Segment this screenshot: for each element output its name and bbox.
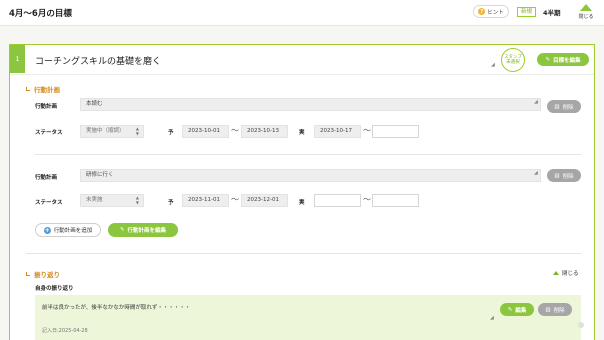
planned-end-input[interactable]: 2023-12-01 — [241, 194, 288, 207]
self-reflection-label: 自身の振り返り — [35, 286, 74, 292]
planned-mark: 予 — [168, 130, 174, 136]
corner-icon — [26, 87, 30, 91]
planned-mark: 予 — [168, 200, 174, 206]
action-plan-heading: 行動計画 — [26, 84, 60, 94]
delete-plan-button[interactable]: ▥ 削除 — [547, 169, 581, 182]
status-select[interactable]: 実施中（順調） ▲ ▼ — [80, 125, 144, 138]
resize-handle-icon[interactable]: ◢ — [534, 170, 538, 176]
edit-goal-label: 目標を編集 — [553, 57, 581, 64]
plan-label: 行動計画 — [35, 175, 58, 181]
plan-label: 行動計画 — [35, 104, 58, 110]
delete-reflection-button[interactable]: ▥ 削除 — [538, 303, 572, 316]
actual-mark: 実 — [299, 130, 305, 136]
resize-handle-icon[interactable]: ◢ — [490, 315, 494, 321]
question-icon: ? — [478, 8, 486, 15]
resize-handle-icon[interactable]: ◢ — [491, 62, 495, 68]
stamp-button[interactable]: スタンプ未選択 — [501, 48, 525, 72]
goal-number: 1 — [10, 45, 25, 73]
divider — [35, 154, 581, 155]
triangle-up-icon — [580, 4, 592, 11]
plan-input[interactable]: 研修に行く — [80, 169, 541, 182]
pencil-icon: ✎ — [119, 227, 125, 233]
actual-end-input[interactable] — [372, 125, 419, 138]
page-title: 4月〜6月の目標 — [9, 9, 72, 19]
actual-end-input[interactable] — [372, 194, 419, 207]
updown-icon: ▲ ▼ — [135, 126, 139, 136]
close-label: 閉じる — [578, 14, 594, 20]
goal-page: 4月〜6月の目標 ? ヒント 新規 4半期 閉じる 1 コーチングスキルの基礎を… — [0, 0, 604, 340]
trash-icon: ▥ — [545, 306, 551, 313]
plan-input[interactable]: 本読む — [80, 98, 541, 111]
reflection-heading: 振り返り — [26, 269, 60, 279]
quarter-label: 4半期 — [543, 9, 561, 17]
hint-label: ヒント — [487, 9, 504, 16]
status-label: ステータス — [35, 130, 63, 136]
divider — [10, 74, 594, 75]
resize-handle-icon[interactable]: ◢ — [534, 99, 538, 105]
new-badge: 新規 — [517, 7, 537, 17]
range-tilde: 〜 — [363, 195, 371, 204]
delete-plan-button[interactable]: ▥ 削除 — [547, 100, 581, 113]
pencil-icon: ✎ — [507, 306, 513, 313]
reflection-date: 記入日:2025-04-28 — [42, 328, 88, 334]
goal-card: 1 コーチングスキルの基礎を磨く ◢ スタンプ未選択 ✎ 目標を編集 行動計画 … — [9, 44, 595, 340]
plus-icon: + — [43, 226, 51, 234]
edit-reflection-button[interactable]: ✎ 編集 — [500, 303, 534, 316]
range-tilde: 〜 — [363, 126, 371, 135]
divider — [26, 253, 581, 254]
collapse-reflection-button[interactable]: 閉じる — [553, 269, 579, 277]
header-bar: 4月〜6月の目標 ? ヒント 新規 4半期 閉じる — [0, 0, 604, 26]
range-tilde: 〜 — [231, 195, 239, 204]
corner-icon — [26, 272, 30, 276]
triangle-up-icon — [553, 271, 559, 275]
edit-plan-button[interactable]: ✎ 行動計画を編集 — [108, 223, 178, 237]
actual-mark: 実 — [299, 200, 305, 206]
range-tilde: 〜 — [231, 126, 239, 135]
planned-end-input[interactable]: 2023-10-13 — [241, 125, 288, 138]
add-plan-button[interactable]: + 行動計画を追加 — [35, 223, 101, 237]
status-label: ステータス — [35, 200, 63, 206]
scroll-handle[interactable] — [578, 322, 584, 328]
reflection-text: 前半は良かったが、後半なかなか時間が取れず・・・・・・ — [42, 305, 191, 311]
pencil-icon: ✎ — [545, 56, 551, 63]
close-button[interactable]: 閉じる — [576, 4, 596, 24]
planned-start-input[interactable]: 2023-11-01 — [182, 194, 229, 207]
updown-icon: ▲ ▼ — [135, 195, 139, 205]
actual-start-input[interactable] — [314, 194, 361, 207]
reflection-box — [35, 295, 581, 340]
trash-icon: ▥ — [554, 103, 560, 110]
hint-button[interactable]: ? ヒント — [473, 5, 509, 18]
trash-icon: ▥ — [554, 172, 560, 179]
actual-start-input[interactable]: 2023-10-17 — [314, 125, 361, 138]
goal-title: コーチングスキルの基礎を磨く — [35, 57, 162, 67]
planned-start-input[interactable]: 2023-10-01 — [182, 125, 229, 138]
status-select[interactable]: 未実施 ▲ ▼ — [80, 194, 144, 207]
edit-goal-button[interactable]: ✎ 目標を編集 — [537, 53, 589, 66]
